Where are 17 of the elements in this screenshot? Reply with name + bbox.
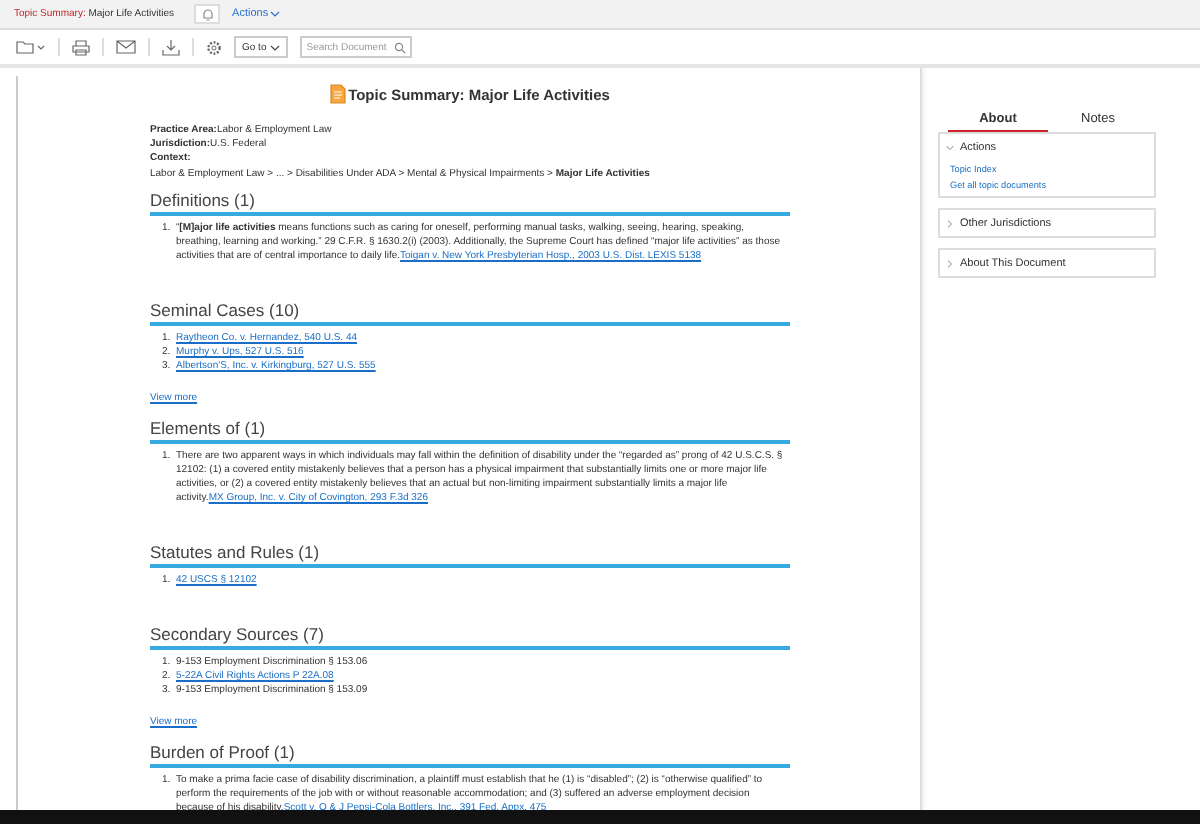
section-heading: Statutes and Rules (1) bbox=[150, 541, 790, 568]
caret-icon bbox=[270, 43, 281, 51]
mail-icon[interactable] bbox=[116, 40, 136, 54]
section-heading: Seminal Cases (10) bbox=[150, 299, 790, 326]
search-icon[interactable] bbox=[394, 42, 407, 54]
gear-icon[interactable] bbox=[206, 39, 222, 55]
bell-button[interactable] bbox=[194, 4, 221, 24]
section-heading: Elements of (1) bbox=[150, 417, 790, 444]
section-heading: Definitions (1) bbox=[150, 189, 790, 216]
bell-icon bbox=[201, 7, 214, 21]
folder-icon[interactable] bbox=[16, 40, 46, 54]
section-heading: Secondary Sources (7) bbox=[150, 623, 790, 650]
caret-icon bbox=[270, 10, 281, 18]
download-icon[interactable] bbox=[162, 39, 180, 55]
print-icon[interactable] bbox=[72, 39, 90, 55]
document-icon bbox=[330, 84, 347, 104]
section-heading: Burden of Proof (1) bbox=[150, 741, 790, 768]
